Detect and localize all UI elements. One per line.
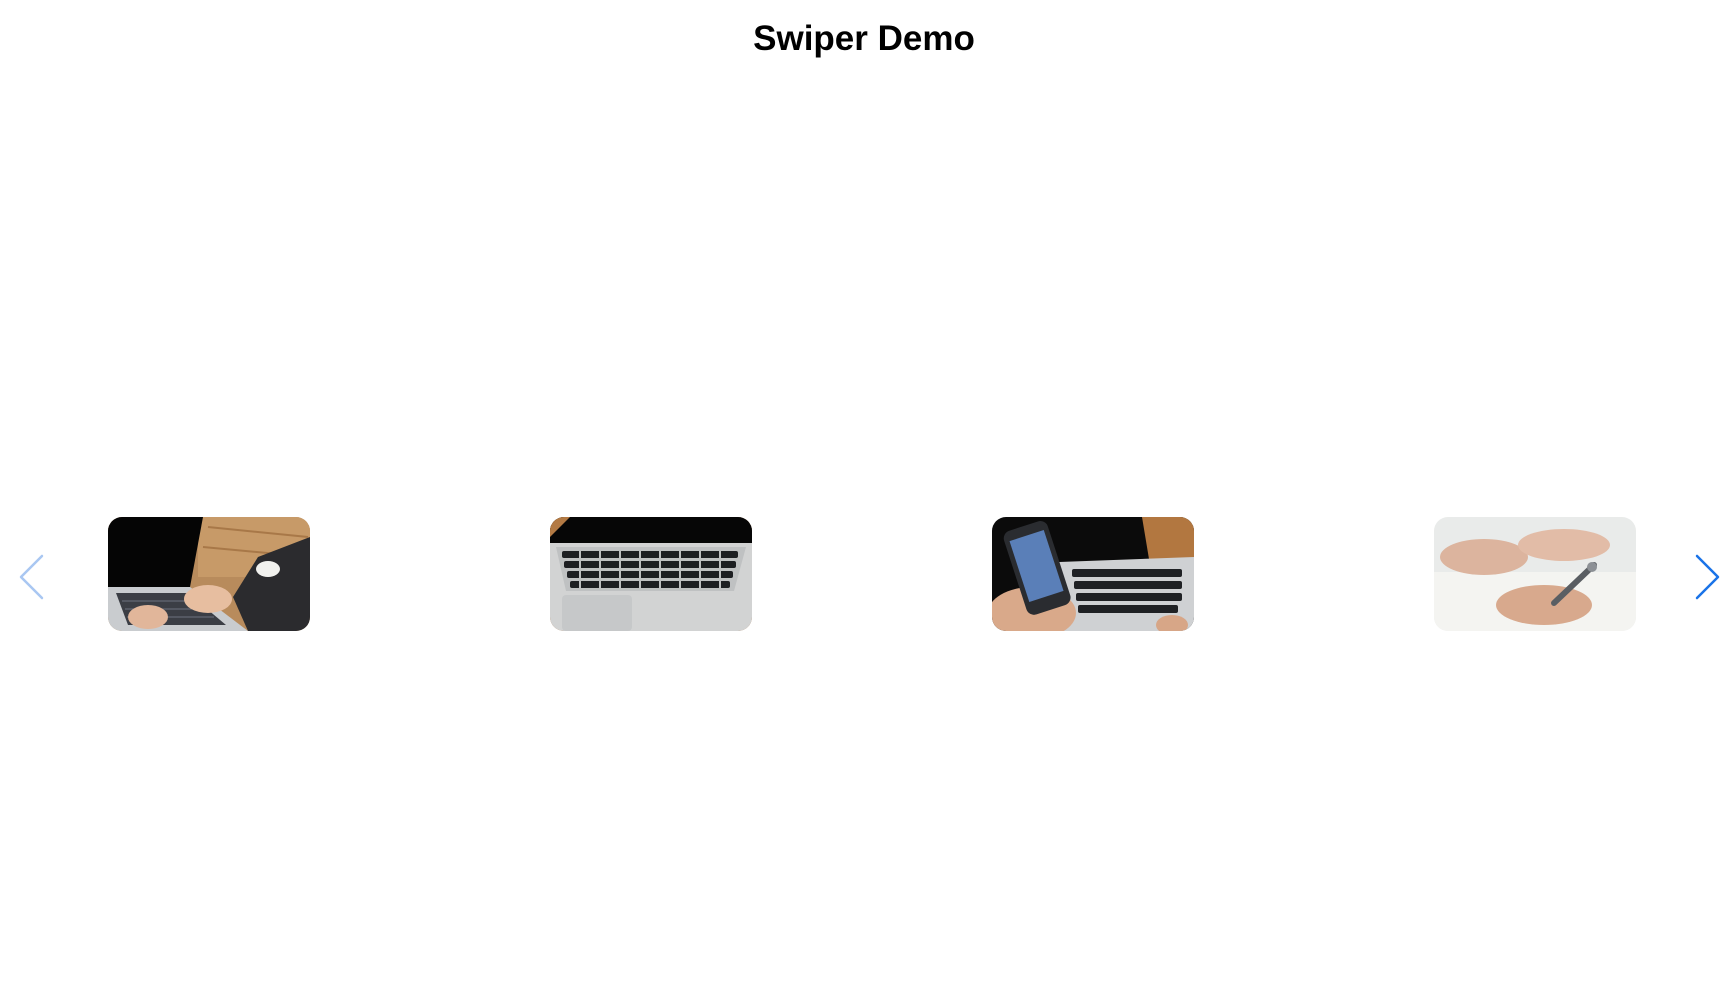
next-button[interactable] (1692, 554, 1722, 600)
carousel-slide[interactable] (1434, 517, 1636, 631)
carousel-slide[interactable] (108, 517, 310, 631)
page-title: Swiper Demo (753, 19, 975, 58)
hand-writing-with-pen-photo (1434, 517, 1636, 631)
laptop-keyboard-photo (550, 517, 752, 631)
chevron-right-icon (1695, 554, 1720, 600)
image-carousel[interactable] (0, 517, 1728, 632)
prev-button[interactable] (17, 554, 47, 600)
hand-holding-smartphone-photo (992, 517, 1194, 631)
page: Swiper Demo (0, 0, 1728, 991)
carousel-slide[interactable] (992, 517, 1194, 631)
carousel-slide[interactable] (550, 517, 752, 631)
hands-typing-on-laptop-photo (108, 517, 310, 631)
chevron-left-icon (19, 554, 44, 600)
